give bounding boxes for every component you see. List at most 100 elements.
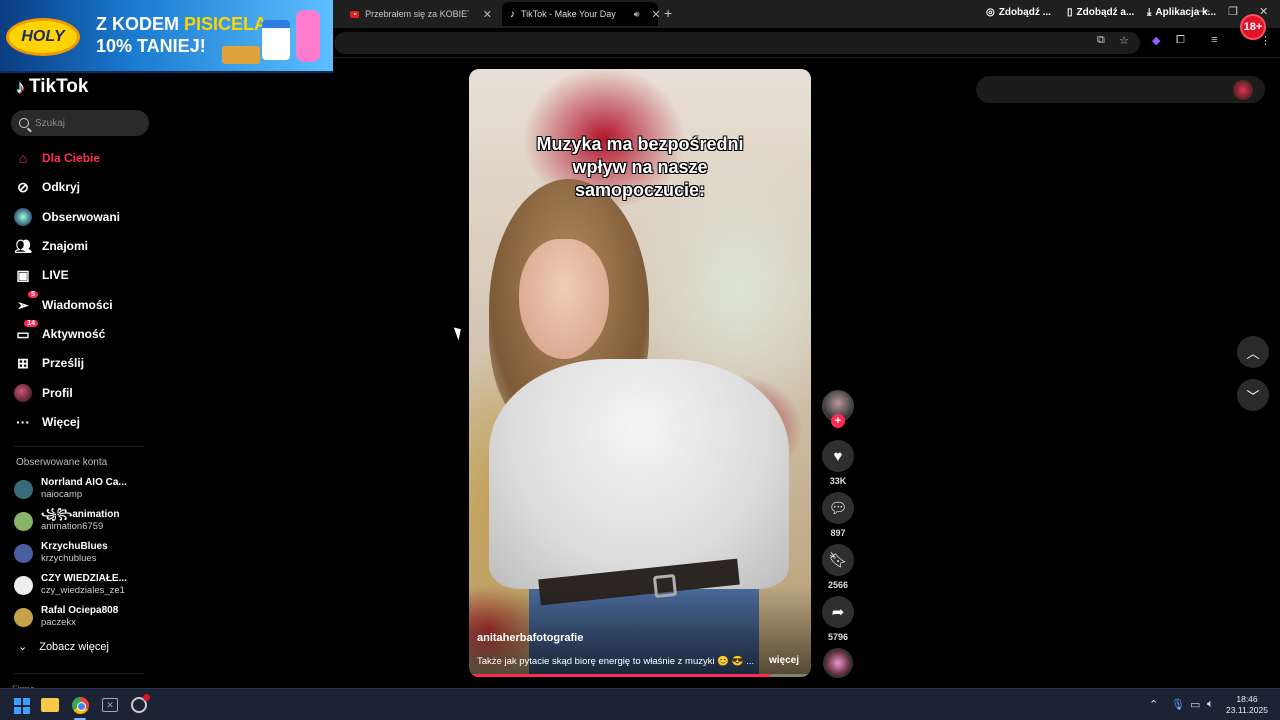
close-icon[interactable]: ✕ (651, 8, 660, 21)
save-count: 2566 (827, 580, 849, 590)
tab-title: TikTok - Make Your Day (521, 9, 616, 19)
account-name: ꧁꧂animation (41, 509, 120, 520)
account-handle: czy_wiedziales_ze1 (41, 585, 125, 596)
comment-button[interactable]: 💬︎ (822, 492, 854, 524)
nav-upload[interactable]: ⊞ Prześlij (14, 351, 84, 375)
activity-icon: ▭ 14 (14, 320, 38, 343)
like-button[interactable]: ♥ (822, 440, 854, 472)
ad-product-shaker (296, 10, 320, 62)
system-clock[interactable]: 18:46 23.11.2025 (1224, 694, 1270, 716)
video-subject-face (519, 239, 609, 359)
profile-avatar-icon (14, 384, 32, 402)
download-icon: ⤓ (1147, 7, 1152, 18)
search-box[interactable] (11, 110, 149, 136)
install-app-icon[interactable]: ⧉ (1097, 34, 1105, 47)
chrome-icon[interactable] (70, 695, 90, 715)
followed-account[interactable]: ꧁꧂animation animation6759 (14, 507, 119, 535)
ad-product-box (222, 46, 260, 64)
tray-chevron-up-icon[interactable]: ⌃ (1149, 698, 1158, 711)
ad-line1-highlight: PISICELA (184, 14, 268, 34)
extensions-puzzle-icon[interactable]: ⧠ (1176, 34, 1185, 47)
nav-label: Więcej (42, 415, 80, 429)
file-explorer-icon[interactable] (40, 695, 60, 715)
tiktok-icon: ♪ (510, 8, 515, 20)
video-author[interactable]: anitaherbafotografie (477, 632, 583, 644)
sidebar-divider (14, 446, 144, 447)
windows-start-icon[interactable] (14, 698, 30, 714)
get-app-button[interactable]: ▯ Zdobądź a... (1067, 7, 1134, 18)
account-handle: naiocamp (41, 489, 83, 500)
clock-time: 18:46 (1236, 694, 1258, 704)
ad-banner[interactable]: HOLY Z KODEM PISICELA 10% TANIEJ! (0, 0, 333, 73)
compass-icon: ⊘ (17, 178, 29, 195)
desktop-app-button[interactable]: ⤓ Aplikacja k... (1147, 7, 1216, 18)
nav-friends[interactable]: 👥︎ Znajomi (14, 234, 88, 258)
account-name: CZY WIEDZIAŁE... (41, 573, 127, 584)
get-coins-button[interactable]: ◎ Zdobądź ... (986, 7, 1051, 18)
video-progress-bar[interactable] (469, 674, 811, 677)
like-count: 33K (829, 476, 847, 486)
search-input[interactable] (35, 117, 135, 129)
save-button[interactable]: 🔖︎ (822, 544, 854, 576)
new-tab-button[interactable]: + (664, 5, 672, 21)
previous-video-button[interactable]: ︿ (1237, 336, 1269, 368)
bookmark-icon: 🔖︎ (828, 552, 848, 569)
microphone-icon[interactable]: 🎙︎ (1171, 698, 1185, 711)
more-button[interactable]: więcej (769, 655, 799, 666)
see-more-link[interactable]: ⌄ Zobacz więcej (18, 640, 109, 654)
followed-account[interactable]: Rafal Ociepa808 paczekx (14, 603, 118, 631)
chevron-down-icon: ﹀ (1246, 388, 1260, 404)
volume-icon[interactable]: 🔈︎ (1207, 698, 1214, 711)
ad-headline: Z KODEM PISICELA (96, 14, 267, 35)
nav-activity[interactable]: ▭ 14 Aktywność (14, 320, 106, 346)
music-disc-icon[interactable] (823, 648, 853, 678)
messages-badge: 5 (28, 291, 38, 298)
ad-discount: 10% TANIEJ! (96, 36, 206, 56)
top-actions-bar (976, 76, 1265, 103)
nav-label: Znajomi (42, 239, 89, 253)
pill-label: Aplikacja k... (1155, 7, 1217, 18)
next-video-button[interactable]: ﹀ (1237, 379, 1269, 411)
tab-tiktok[interactable]: ♪ TikTok - Make Your Day 🔊︎ ✕ (502, 2, 661, 26)
tab-youtube[interactable]: Przebrałem się za KOBIETĘ na S ✕ (342, 4, 500, 24)
nav-for-you[interactable]: ⌂ Dla Ciebie (14, 146, 100, 170)
account-name: Rafal Ociepa808 (41, 605, 119, 616)
followed-account[interactable]: CZY WIEDZIAŁE... czy_wiedziales_ze1 (14, 571, 127, 599)
home-icon: ⌂ (18, 150, 28, 166)
following-avatar-icon (14, 208, 32, 226)
video-player[interactable]: Muzyka ma bezpośredni wpływ na nasze sam… (469, 69, 811, 677)
app-circle-icon[interactable] (129, 694, 150, 715)
nav-explore[interactable]: ⊘ Odkryj (14, 175, 80, 199)
nav-label: Aktywność (42, 327, 106, 341)
pill-label: Zdobądź ... (998, 7, 1051, 18)
restore-button[interactable]: ❐ (1228, 5, 1238, 18)
share-button[interactable]: ➦ (822, 596, 854, 628)
nav-profile[interactable]: Profil (14, 381, 73, 405)
followed-account[interactable]: Norrland AIO Ca... naiocamp (14, 475, 127, 503)
nav-more[interactable]: ··· Więcej (14, 410, 80, 434)
nav-following[interactable]: Obserwowani (14, 205, 120, 229)
video-progress-fill (469, 674, 770, 677)
followed-account[interactable]: KrzychuBlues krzychublues (14, 539, 108, 567)
extension-icon[interactable]: ◆ (1152, 34, 1160, 47)
address-bar[interactable] (334, 32, 1140, 54)
network-icon[interactable]: ▭ (1190, 698, 1200, 711)
nav-live[interactable]: ▣ LIVE (14, 263, 68, 287)
app-x-icon[interactable]: ✕ (100, 695, 120, 715)
speaker-icon[interactable]: 🔊︎ (634, 9, 640, 20)
bookmark-star-icon[interactable]: ☆ (1119, 34, 1129, 47)
coin-icon: ◎ (986, 7, 995, 18)
media-control-icon[interactable]: ≡ (1211, 34, 1217, 46)
close-icon[interactable]: ✕ (483, 8, 492, 21)
followed-accounts-title: Obserwowane konta (16, 457, 108, 468)
follow-plus-icon[interactable]: + (831, 414, 845, 428)
windows-taskbar: ✕ ⌃ 🎙︎ ▭ 🔈︎ 18:46 23.11.2025 (0, 688, 1280, 720)
nav-messages[interactable]: ➢ 5 Wiadomości (14, 291, 113, 317)
tiktok-logo[interactable]: ♪ TikTok (16, 76, 88, 98)
more-icon: ··· (16, 414, 30, 430)
nav-label: Prześlij (42, 356, 85, 370)
nav-label: Profil (42, 386, 73, 400)
nav-label: Wiadomości (42, 298, 113, 312)
caption-line: wpływ na nasze (572, 157, 708, 177)
user-avatar[interactable] (1233, 80, 1253, 100)
